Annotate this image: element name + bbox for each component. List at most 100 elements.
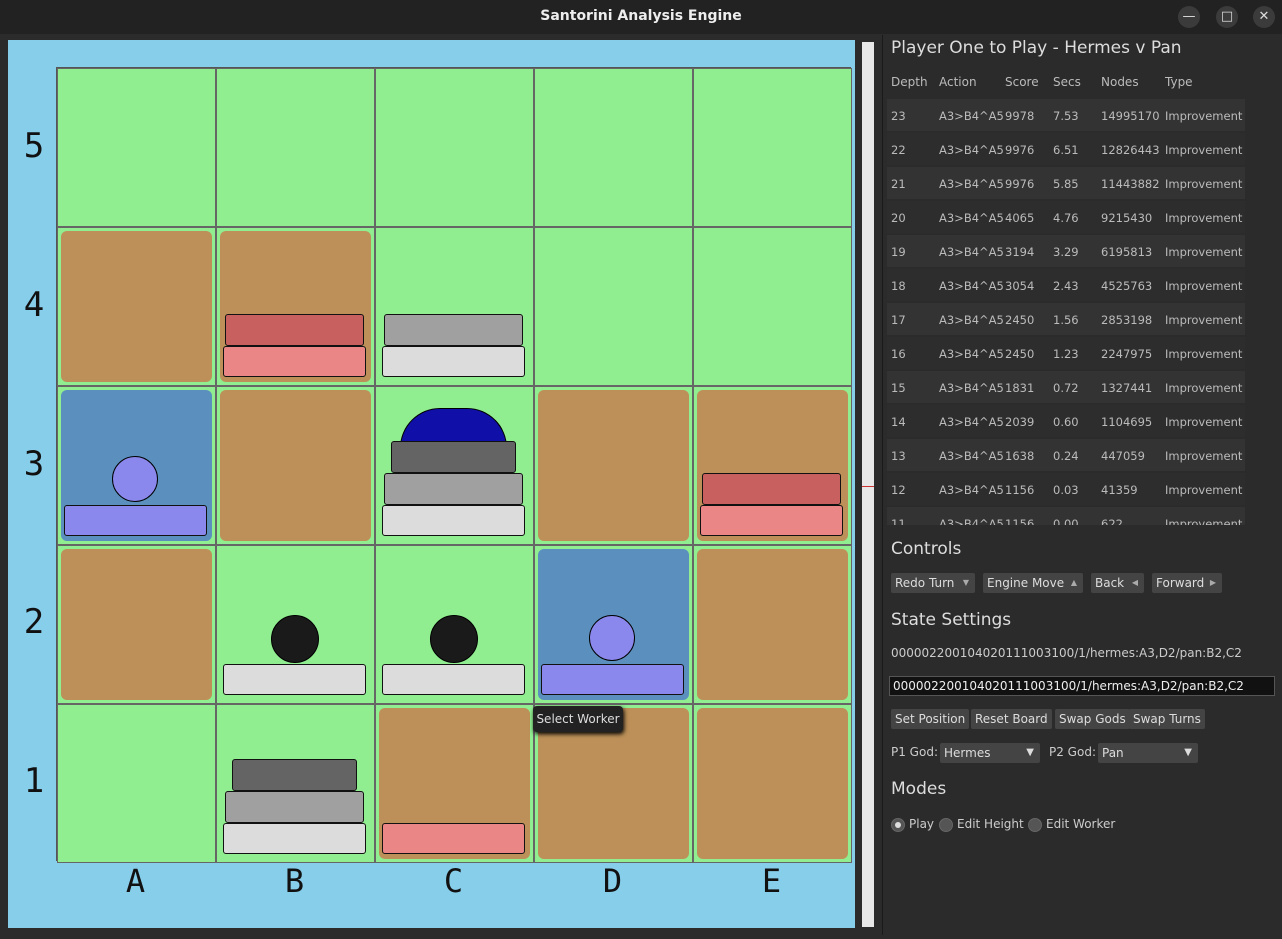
col-label-e: E xyxy=(761,862,782,900)
maximize-button[interactable]: □ xyxy=(1216,6,1238,28)
depth-cell: 13 xyxy=(891,449,906,463)
position-input[interactable] xyxy=(889,676,1275,696)
cell-c2[interactable] xyxy=(375,545,534,704)
secs-cell: 1.23 xyxy=(1053,347,1079,361)
close-button[interactable]: ✕ xyxy=(1253,6,1275,28)
building-level-3 xyxy=(391,441,516,473)
swap-gods-button[interactable]: Swap Gods xyxy=(1055,709,1130,729)
table-row[interactable]: 17 A3>B4^A5 2450 1.56 2853198 Improvement xyxy=(887,303,1245,335)
play-radio[interactable] xyxy=(891,818,905,832)
col-header-action[interactable]: Action xyxy=(939,75,977,89)
analysis-table[interactable]: 23 A3>B4^A5 9978 7.53 14995170 Improvement 22 A… xyxy=(887,99,1245,525)
state-settings-heading: State Settings xyxy=(891,610,1012,630)
cell-a2[interactable] xyxy=(57,545,216,704)
tile-highlight xyxy=(697,549,848,700)
type-cell: Improvement xyxy=(1165,483,1243,497)
cell-b1[interactable] xyxy=(216,704,375,863)
nodes-cell: 6195813 xyxy=(1101,245,1153,259)
edit-worker-radio-label[interactable]: Edit Worker xyxy=(1046,817,1115,831)
cell-b2[interactable] xyxy=(216,545,375,704)
back-button[interactable]: Back ◀ xyxy=(1091,573,1144,593)
table-row[interactable]: 20 A3>B4^A5 4065 4.76 9215430 Improvement xyxy=(887,201,1245,233)
col-header-nodes[interactable]: Nodes xyxy=(1101,75,1139,89)
p2-god-select[interactable]: Pan ▼ xyxy=(1098,743,1198,763)
table-row[interactable]: 15 A3>B4^A5 1831 0.72 1327441 Improvement xyxy=(887,371,1245,403)
engine-move-button[interactable]: Engine Move ▲ xyxy=(983,573,1083,593)
table-row[interactable]: 16 A3>B4^A5 2450 1.23 2247975 Improvement xyxy=(887,337,1245,369)
depth-cell: 22 xyxy=(891,143,906,157)
tile-highlight xyxy=(538,390,689,541)
forward-button[interactable]: Forward ▶ xyxy=(1152,573,1222,593)
cell-b4[interactable] xyxy=(216,227,375,386)
table-row[interactable]: 14 A3>B4^A5 2039 0.60 1104695 Improvement xyxy=(887,405,1245,437)
cell-e4[interactable] xyxy=(693,227,852,386)
action-cell: A3>B4^A5 xyxy=(939,347,1004,361)
redo-turn-button[interactable]: Redo Turn ▼ xyxy=(891,573,975,593)
tile-highlight xyxy=(220,390,371,541)
swap-turns-button[interactable]: Swap Turns xyxy=(1129,709,1205,729)
nodes-cell: 4525763 xyxy=(1101,279,1153,293)
cell-d5[interactable] xyxy=(534,68,693,227)
col-header-secs[interactable]: Secs xyxy=(1053,75,1081,89)
table-row[interactable]: 21 A3>B4^A5 9976 5.85 11443882 Improvement xyxy=(887,167,1245,199)
edit-height-radio[interactable] xyxy=(939,818,953,832)
cell-d4[interactable] xyxy=(534,227,693,386)
cell-e2[interactable] xyxy=(693,545,852,704)
cell-c3[interactable] xyxy=(375,386,534,545)
nodes-cell: 1104695 xyxy=(1101,415,1153,429)
table-row[interactable]: 12 A3>B4^A5 1156 0.03 41359 Improvement xyxy=(887,473,1245,505)
table-row[interactable]: 19 A3>B4^A5 3194 3.29 6195813 Improvement xyxy=(887,235,1245,267)
p1-god-select[interactable]: Hermes ▼ xyxy=(940,743,1040,763)
col-header-type[interactable]: Type xyxy=(1165,75,1193,89)
cell-e5[interactable] xyxy=(693,68,852,227)
col-header-score[interactable]: Score xyxy=(1005,75,1039,89)
table-row[interactable]: 13 A3>B4^A5 1638 0.24 447059 Improvement xyxy=(887,439,1245,471)
action-cell: A3>B4^A5 xyxy=(939,143,1004,157)
cell-c4[interactable] xyxy=(375,227,534,386)
edit-worker-radio[interactable] xyxy=(1028,818,1042,832)
cell-a3[interactable] xyxy=(57,386,216,545)
secs-cell: 7.53 xyxy=(1053,109,1079,123)
cell-b3[interactable] xyxy=(216,386,375,545)
building-level-2 xyxy=(702,473,841,505)
tile-highlight xyxy=(697,708,848,859)
reset-board-button[interactable]: Reset Board xyxy=(971,709,1052,729)
splitter[interactable] xyxy=(862,42,874,927)
cell-c5[interactable] xyxy=(375,68,534,227)
cell-a1[interactable] xyxy=(57,704,216,863)
cell-e1[interactable] xyxy=(693,704,852,863)
row-label-5: 5 xyxy=(23,126,45,166)
table-row[interactable]: 18 A3>B4^A5 3054 2.43 4525763 Improvement xyxy=(887,269,1245,301)
cell-a4[interactable] xyxy=(57,227,216,386)
player-two-worker[interactable] xyxy=(430,615,478,663)
player-one-worker[interactable] xyxy=(112,456,158,502)
type-cell: Improvement xyxy=(1165,279,1243,293)
cell-d3[interactable] xyxy=(534,386,693,545)
type-cell: Improvement xyxy=(1165,143,1243,157)
tile-highlight xyxy=(61,231,212,382)
score-cell: 1156 xyxy=(1005,517,1035,525)
cell-b5[interactable] xyxy=(216,68,375,227)
player-two-worker[interactable] xyxy=(271,615,319,663)
play-radio-label[interactable]: Play xyxy=(909,817,934,831)
building-level-1 xyxy=(382,664,525,695)
col-header-depth[interactable]: Depth xyxy=(891,75,928,89)
cell-e3[interactable] xyxy=(693,386,852,545)
edit-height-radio-label[interactable]: Edit Height xyxy=(957,817,1024,831)
building-level-1 xyxy=(382,505,525,536)
action-cell: A3>B4^A5 xyxy=(939,415,1004,429)
cell-d2[interactable] xyxy=(534,545,693,704)
cell-a5[interactable] xyxy=(57,68,216,227)
table-row[interactable]: 11 A3>B4^A5 1156 0.00 622 Improvement xyxy=(887,507,1245,525)
action-cell: A3>B4^A5 xyxy=(939,381,1004,395)
row-label-4: 4 xyxy=(23,285,45,325)
depth-cell: 14 xyxy=(891,415,906,429)
minimize-button[interactable]: — xyxy=(1178,6,1200,28)
table-row[interactable]: 22 A3>B4^A5 9976 6.51 12826443 Improvement xyxy=(887,133,1245,165)
action-cell: A3>B4^A5 xyxy=(939,245,1004,259)
table-row[interactable]: 23 A3>B4^A5 9978 7.53 14995170 Improvement xyxy=(887,99,1245,131)
player-one-worker[interactable] xyxy=(589,615,635,661)
nodes-cell: 2853198 xyxy=(1101,313,1153,327)
set-position-button[interactable]: Set Position xyxy=(891,709,970,729)
cell-c1[interactable] xyxy=(375,704,534,863)
